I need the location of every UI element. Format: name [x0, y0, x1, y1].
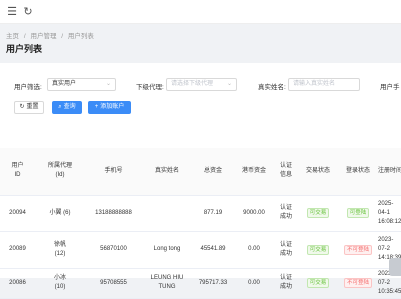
- user-phone-label: 用户手: [380, 84, 400, 91]
- cell-hkd-funds: 0.00: [234, 268, 274, 299]
- cell-auth: 认证 成功: [274, 231, 298, 269]
- trade-status-badge: 可交易: [306, 208, 330, 218]
- cell-agent: 徐帆 (12): [35, 231, 85, 269]
- sub-agent-placeholder: 请选择下级代理: [171, 81, 214, 87]
- search-label: 查询: [63, 104, 76, 110]
- col-reg-time: 注册时间: [378, 148, 401, 196]
- cell-login-status: 不可登陆: [338, 268, 378, 299]
- breadcrumb-sep: /: [61, 33, 64, 40]
- cell-user-id: 20089: [0, 231, 35, 269]
- search-button[interactable]: ⌕ 查询: [52, 101, 82, 114]
- real-name-placeholder: 请输入真实姓名: [293, 81, 336, 87]
- refresh-icon[interactable]: ↻: [22, 6, 34, 18]
- col-trade-status: 交易状态: [298, 148, 338, 196]
- real-name-input[interactable]: 请输入真实姓名: [288, 78, 360, 91]
- col-total-funds: 总资金: [192, 148, 234, 196]
- top-bar: ☰ ↻: [0, 0, 401, 24]
- user-filter-value: 真实用户: [52, 81, 77, 87]
- login-status-badge: 不可登陆: [343, 278, 372, 288]
- breadcrumb-sep: /: [23, 33, 26, 40]
- chevron-down-icon: ⌄: [226, 81, 232, 87]
- col-real-name: 真实姓名: [142, 148, 192, 196]
- cell-phone: 13188888888: [85, 195, 142, 232]
- side-panel-toggle[interactable]: [389, 258, 401, 276]
- table-row[interactable]: 20089 徐帆 (12) 56870100 Long tong 45541.8…: [0, 231, 401, 269]
- cell-hkd-funds: 0.00: [234, 231, 274, 269]
- cell-auth: 认证 成功: [274, 195, 298, 232]
- cell-login-status: 不可登陆: [338, 231, 378, 269]
- cell-reg-time: 2025-04-1 16:08:12: [378, 195, 401, 232]
- cell-user-id: 20094: [0, 195, 35, 232]
- user-filter-select[interactable]: 真实用户 ⌄: [47, 78, 116, 91]
- cell-user-id: 20086: [0, 268, 35, 299]
- table-header-row: 用户 ID 所属代理 (Id) 手机号 真实姓名 总资金 港币资金 认证 信息 …: [0, 148, 401, 196]
- sub-agent-select[interactable]: 请选择下级代理 ⌄: [166, 78, 237, 91]
- col-login-status: 登录状态: [338, 148, 378, 196]
- cell-real-name: LEUNG HIU TUNG: [142, 268, 192, 299]
- cell-agent: 小翼 (6): [35, 195, 85, 232]
- login-status-badge: 可登陆: [346, 208, 370, 218]
- cell-login-status: 可登陆: [338, 195, 378, 232]
- user-table: 用户 ID 所属代理 (Id) 手机号 真实姓名 总资金 港币资金 认证 信息 …: [0, 148, 401, 299]
- refresh-icon: ↻: [19, 104, 25, 110]
- menu-icon[interactable]: ☰: [6, 6, 18, 18]
- cell-auth: 认证 成功: [274, 268, 298, 299]
- breadcrumb-user-mgmt[interactable]: 用户管理: [30, 33, 56, 40]
- cell-phone: 95708555: [85, 268, 142, 299]
- chevron-down-icon: ⌄: [105, 81, 111, 87]
- cell-total-funds: 877.19: [192, 195, 234, 232]
- cell-total-funds: 45541.89: [192, 231, 234, 269]
- cell-total-funds: 795717.33: [192, 268, 234, 299]
- cell-phone: 56870100: [85, 231, 142, 269]
- cell-agent: 小冰 (10): [35, 268, 85, 299]
- table-row[interactable]: 20094 小翼 (6) 13188888888 877.19 9000.00 …: [0, 195, 401, 232]
- table-row[interactable]: 20086 小冰 (10) 95708555 LEUNG HIU TUNG 79…: [0, 268, 401, 299]
- reset-label: 重置: [26, 104, 39, 110]
- search-icon: ⌕: [58, 104, 62, 110]
- add-account-button[interactable]: + 添加账户: [88, 101, 131, 114]
- real-name-label: 真实姓名:: [258, 84, 286, 91]
- breadcrumb: 主页 / 用户管理 / 用户列表: [6, 30, 97, 40]
- col-agent: 所属代理 (Id): [35, 148, 85, 196]
- content-card: 用户筛选: 真实用户 ⌄ 下级代理: 请选择下级代理 ⌄ 真实姓名: 请输入真实…: [0, 63, 401, 299]
- cell-real-name: [142, 195, 192, 232]
- add-account-label: 添加账户: [100, 104, 125, 110]
- page-title: 用户列表: [6, 44, 43, 54]
- col-user-id: 用户 ID: [0, 148, 35, 196]
- trade-status-badge: 可交易: [306, 278, 330, 288]
- sub-agent-label: 下级代理:: [136, 84, 164, 91]
- col-phone: 手机号: [85, 148, 142, 196]
- plus-icon: +: [94, 104, 99, 110]
- cell-trade-status: 可交易: [298, 268, 338, 299]
- cell-hkd-funds: 9000.00: [234, 195, 274, 232]
- cell-real-name: Long tong: [142, 231, 192, 269]
- reset-button[interactable]: ↻ 重置: [14, 101, 44, 114]
- login-status-badge: 不可登陆: [343, 244, 372, 255]
- col-auth: 认证 信息: [274, 148, 298, 196]
- cell-trade-status: 可交易: [298, 231, 338, 269]
- col-hkd-funds: 港币资金: [234, 148, 274, 196]
- trade-status-badge: 可交易: [306, 244, 330, 255]
- breadcrumb-user-list: 用户列表: [67, 33, 94, 40]
- user-filter-label: 用户筛选:: [14, 84, 42, 91]
- cell-trade-status: 可交易: [298, 195, 338, 232]
- breadcrumb-home[interactable]: 主页: [6, 33, 19, 40]
